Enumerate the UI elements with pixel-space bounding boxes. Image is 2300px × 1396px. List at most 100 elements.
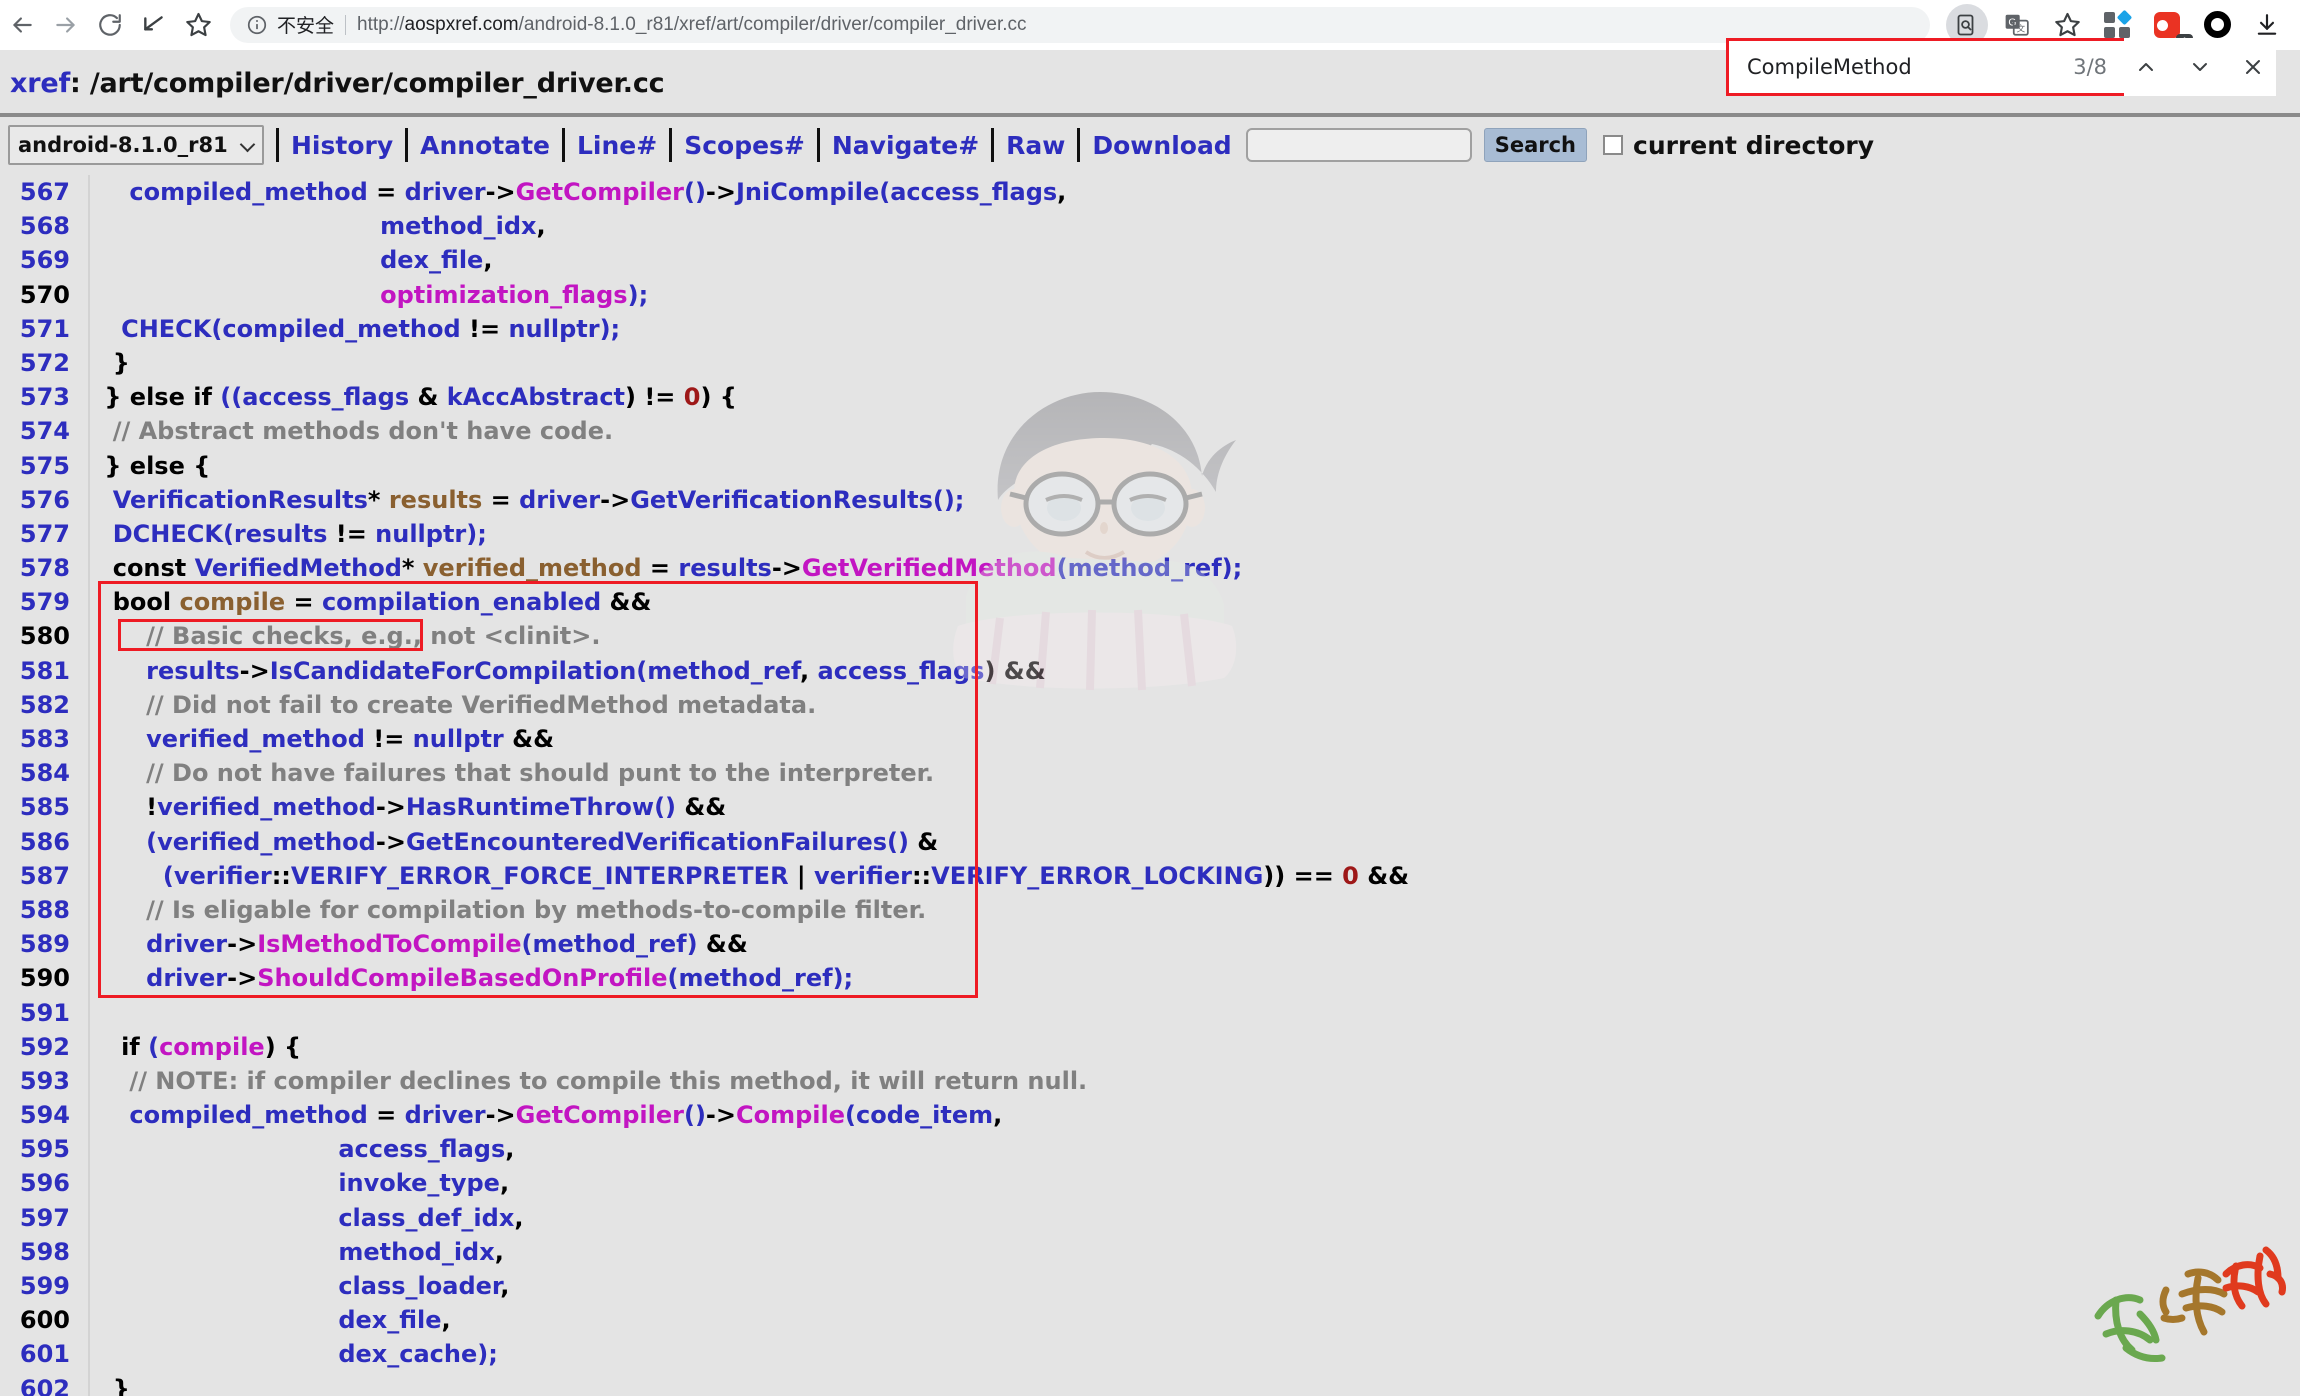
nav-link-scopes[interactable]: Scopes# (684, 131, 805, 160)
line-number[interactable]: 593 (0, 1064, 74, 1098)
line-number[interactable]: 588 (0, 893, 74, 927)
code-token: else if (130, 383, 212, 411)
code-token: JniCompile (736, 178, 879, 206)
line-number[interactable]: 570 (0, 278, 74, 312)
nav-link-history[interactable]: History (291, 131, 393, 160)
code-token (96, 520, 113, 548)
nav-link-download[interactable]: Download (1092, 131, 1231, 160)
line-number[interactable]: 573 (0, 380, 74, 414)
find-bar[interactable]: CompileMethod 3/8 (1726, 38, 2128, 96)
line-number[interactable]: 580 (0, 619, 74, 653)
code-token: , (495, 1238, 504, 1266)
find-input[interactable]: CompileMethod (1729, 55, 2073, 79)
breadcrumb-part-driver[interactable]: driver (293, 68, 383, 99)
code-text: verified_method != nullptr && (74, 722, 2300, 756)
line-number[interactable]: 600 (0, 1303, 74, 1337)
code-line: 599 class_loader, (0, 1269, 2300, 1303)
code-line: 578 const VerifiedMethod* verified_metho… (0, 551, 2300, 585)
line-number[interactable]: 575 (0, 449, 74, 483)
address-bar[interactable]: 不安全 http://aospxref.com/android-8.1.0_r8… (230, 7, 1930, 43)
code-line: 574 // Abstract methods don't have code. (0, 414, 2300, 448)
code-token: compile (159, 1033, 265, 1061)
gutter-divider (88, 175, 90, 1396)
line-number[interactable]: 572 (0, 346, 74, 380)
nav-link-navigate[interactable]: Navigate# (832, 131, 979, 160)
info-circle-icon[interactable] (246, 14, 268, 36)
code-text: class_loader, (74, 1269, 2300, 1303)
line-number[interactable]: 601 (0, 1337, 74, 1371)
code-token: } (96, 1375, 130, 1396)
line-number[interactable]: 592 (0, 1030, 74, 1064)
star-icon[interactable] (176, 3, 220, 47)
code-line: 591 (0, 996, 2300, 1030)
version-select[interactable]: android-8.1.0_r81 (8, 125, 264, 165)
line-number[interactable]: 596 (0, 1166, 74, 1200)
breadcrumb-part-compiler[interactable]: compiler (153, 68, 284, 99)
search-button[interactable]: Search (1484, 128, 1587, 162)
breadcrumb-xref-link[interactable]: xref (10, 68, 70, 99)
line-number[interactable]: 586 (0, 825, 74, 859)
nav-link-raw[interactable]: Raw (1006, 131, 1065, 160)
line-number[interactable]: 591 (0, 996, 74, 1030)
code-token: != (461, 315, 509, 343)
code-text: // Basic checks, e.g., not <clinit>. (74, 619, 2300, 653)
line-number[interactable]: 587 (0, 859, 74, 893)
code-token: , (993, 1101, 1002, 1129)
reload-icon[interactable] (88, 3, 132, 47)
code-token: IsMethodToCompile (257, 930, 521, 958)
code-token: ( (879, 178, 890, 206)
line-number[interactable]: 574 (0, 414, 74, 448)
search-input[interactable] (1246, 128, 1472, 162)
line-number[interactable]: 577 (0, 517, 74, 551)
line-number[interactable]: 594 (0, 1098, 74, 1132)
line-number[interactable]: 584 (0, 756, 74, 790)
chevron-up-icon[interactable] (2124, 45, 2168, 89)
back-arrow-icon[interactable] (0, 3, 44, 47)
code-token (96, 281, 380, 309)
code-token (96, 1340, 338, 1368)
line-number[interactable]: 602 (0, 1372, 74, 1396)
line-number[interactable]: 576 (0, 483, 74, 517)
code-token (96, 1135, 338, 1163)
forward-arrow-icon[interactable] (44, 3, 88, 47)
line-number[interactable]: 583 (0, 722, 74, 756)
close-x-icon[interactable] (2231, 45, 2275, 89)
code-token: ); (466, 520, 487, 548)
code-token: , (442, 1306, 451, 1334)
line-number[interactable]: 579 (0, 585, 74, 619)
undo-arrow-icon[interactable] (132, 3, 176, 47)
code-line: 586 (verified_method->GetEncounteredVeri… (0, 825, 2300, 859)
line-number[interactable]: 590 (0, 961, 74, 995)
line-number[interactable]: 567 (0, 175, 74, 209)
line-number[interactable]: 599 (0, 1269, 74, 1303)
line-number[interactable]: 597 (0, 1201, 74, 1235)
code-token: 0 (684, 383, 701, 411)
code-token: () (654, 793, 676, 821)
nav-link-line-number[interactable]: Line# (577, 131, 657, 160)
code-token: && (698, 930, 748, 958)
code-token: driver (519, 486, 600, 514)
current-directory-checkbox[interactable] (1603, 135, 1623, 155)
line-number[interactable]: 585 (0, 790, 74, 824)
line-number[interactable]: 582 (0, 688, 74, 722)
code-lines[interactable]: 567 compiled_method = driver->GetCompile… (0, 175, 2300, 1396)
code-text: // Abstract methods don't have code. (74, 414, 2300, 448)
line-number[interactable]: 568 (0, 209, 74, 243)
nav-divider (276, 128, 279, 162)
line-number[interactable]: 598 (0, 1235, 74, 1269)
line-number[interactable]: 569 (0, 243, 74, 277)
breadcrumb-part-art[interactable]: art (99, 68, 143, 99)
find-bar-controls (2124, 38, 2276, 96)
line-number[interactable]: 581 (0, 654, 74, 688)
chevron-down-icon[interactable] (2178, 45, 2222, 89)
code-line: 570 optimization_flags); (0, 278, 2300, 312)
version-select-wrapper[interactable]: android-8.1.0_r81 (8, 125, 264, 165)
code-text: method_idx, (74, 1235, 2300, 1269)
code-token: () (684, 178, 706, 206)
line-number[interactable]: 595 (0, 1132, 74, 1166)
nav-link-annotate[interactable]: Annotate (420, 131, 550, 160)
line-number[interactable]: 589 (0, 927, 74, 961)
line-number[interactable]: 571 (0, 312, 74, 346)
code-token: access_flags (242, 383, 409, 411)
line-number[interactable]: 578 (0, 551, 74, 585)
